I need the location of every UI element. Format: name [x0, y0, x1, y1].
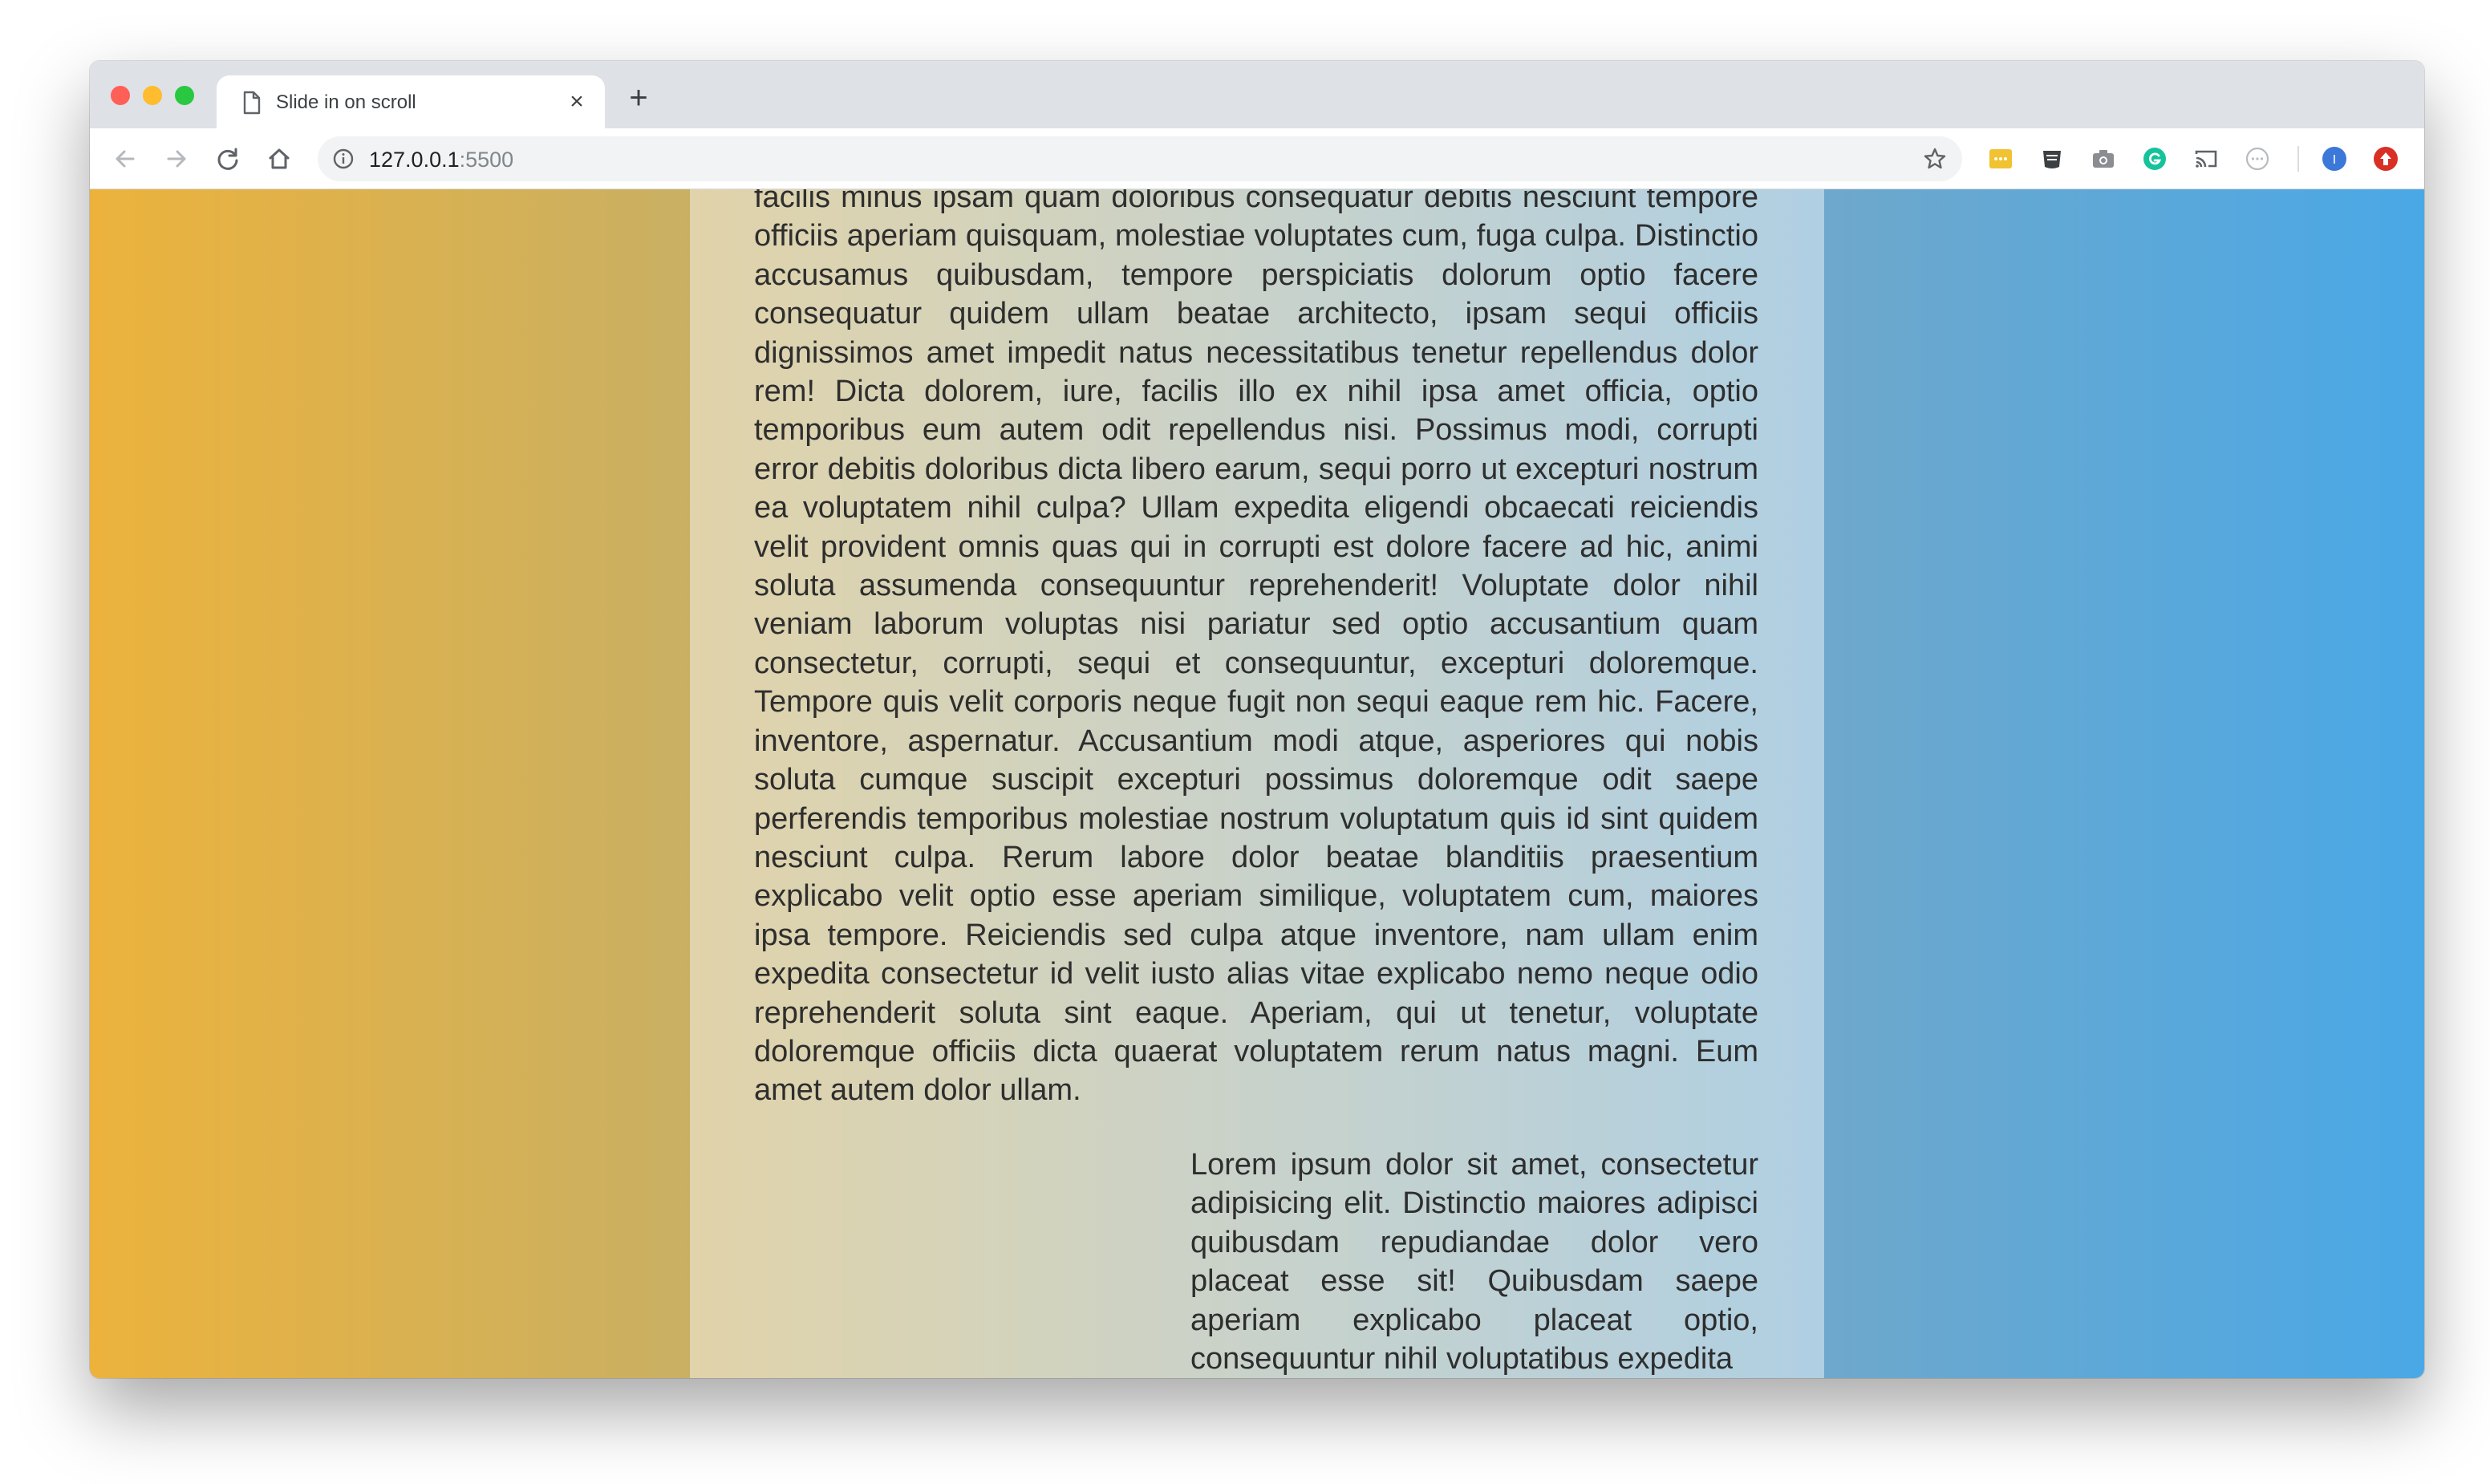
site-info-icon[interactable] — [332, 148, 355, 170]
tab-close-icon[interactable]: × — [565, 90, 589, 114]
document-icon — [241, 91, 263, 115]
address-bar[interactable]: 127.0.0.1:5500 — [318, 136, 1962, 181]
camera-extension-icon[interactable] — [2091, 146, 2116, 172]
profile-avatar-icon[interactable]: I — [2322, 146, 2347, 172]
svg-text:I: I — [2333, 153, 2336, 167]
sticky-note-extension-icon[interactable] — [1988, 146, 2013, 172]
reload-icon[interactable] — [212, 143, 244, 175]
new-tab-button[interactable]: + — [624, 82, 653, 114]
body-paragraph: facilis minus ipsam quam doloribus conse… — [754, 189, 1758, 1108]
pocket-extension-icon[interactable] — [2039, 146, 2065, 172]
toolbar-separator — [2297, 146, 2299, 172]
cast-icon[interactable] — [2193, 146, 2219, 172]
content-column: facilis minus ipsam quam doloribus conse… — [690, 189, 1824, 1378]
browser-window: Slide in on scroll × + 127.0.0.1:5500 I … — [90, 61, 2424, 1378]
ellipsis-extension-icon[interactable] — [2245, 146, 2270, 172]
bookmark-star-icon[interactable] — [1922, 146, 1948, 172]
home-icon[interactable] — [263, 143, 295, 175]
window-close-button[interactable] — [111, 86, 130, 105]
tab-strip: Slide in on scroll × + — [90, 61, 2424, 128]
tab-active[interactable]: Slide in on scroll × — [217, 75, 605, 128]
tab-title: Slide in on scroll — [276, 91, 416, 113]
window-maximize-button[interactable] — [175, 86, 194, 105]
grammarly-extension-icon[interactable] — [2142, 146, 2168, 172]
page-viewport[interactable]: facilis minus ipsam quam doloribus conse… — [90, 189, 2424, 1378]
forward-arrow-icon[interactable] — [160, 143, 193, 175]
back-arrow-icon[interactable] — [109, 143, 141, 175]
window-minimize-button[interactable] — [143, 86, 162, 105]
url-port: :5500 — [459, 148, 514, 172]
update-arrow-icon[interactable] — [2373, 146, 2399, 172]
url-host: 127.0.0.1 — [369, 148, 460, 172]
browser-toolbar: 127.0.0.1:5500 I — [90, 128, 2424, 189]
slide-in-paragraph: Lorem ipsum dolor sit amet, consectetur … — [1190, 1148, 1758, 1377]
url-text: 127.0.0.1:5500 — [369, 148, 513, 172]
